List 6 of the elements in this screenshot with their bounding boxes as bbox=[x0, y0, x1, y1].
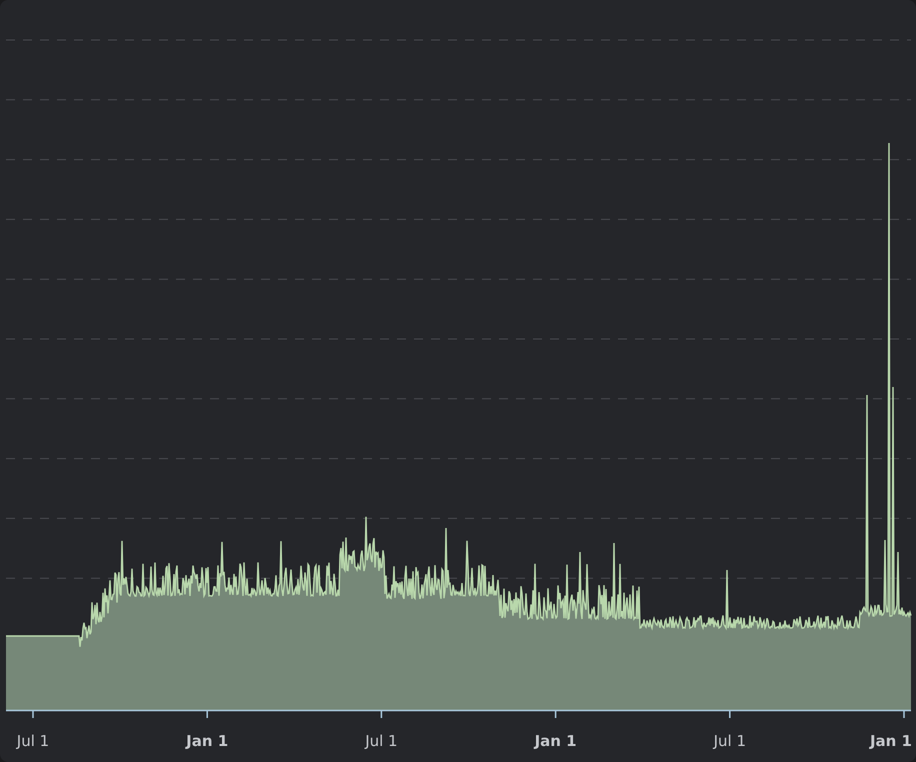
axis-label: Jan 1 bbox=[870, 732, 912, 750]
axis-label: Jan 1 bbox=[186, 732, 228, 750]
axis-label: Jul 1 bbox=[365, 732, 398, 750]
axis-label: Jul 1 bbox=[714, 732, 746, 750]
axis-label: Jan 1 bbox=[534, 732, 577, 750]
axis-label: Jul 1 bbox=[16, 732, 50, 750]
